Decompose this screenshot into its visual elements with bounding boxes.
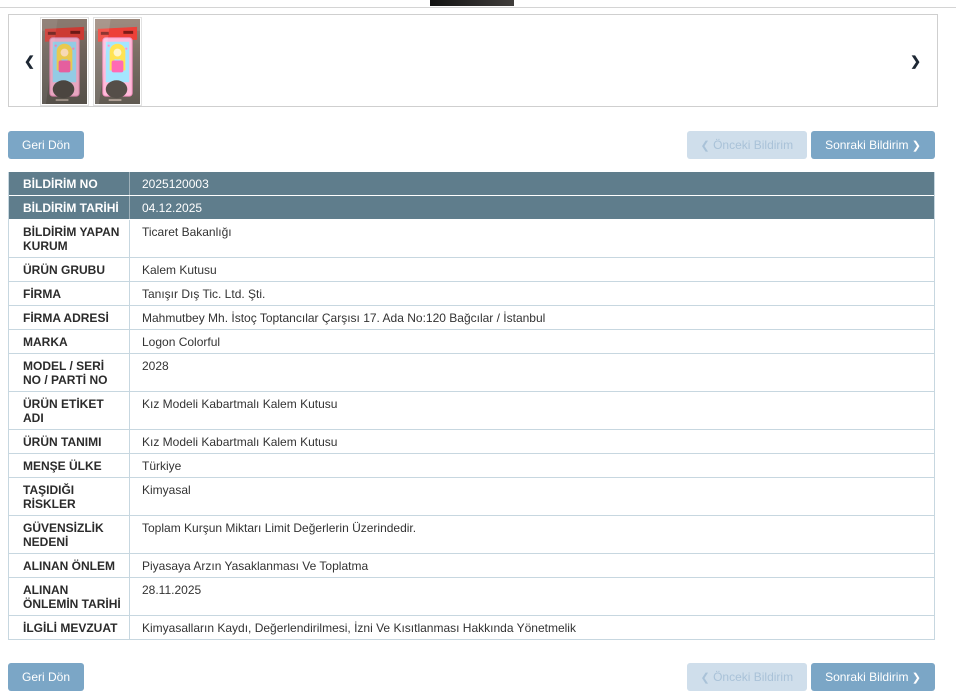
row-label: MARKA xyxy=(9,330,130,353)
row-value: Kalem Kutusu xyxy=(130,258,934,281)
previous-notification-button[interactable]: ❮ Önceki Bildirim xyxy=(687,663,808,691)
table-row: MODEL / SERİ NO / PARTİ NO2028 xyxy=(9,354,934,392)
row-value: Ticaret Bakanlığı xyxy=(130,220,934,257)
carousel-prev-icon[interactable]: ❮ xyxy=(24,54,35,67)
next-notification-label: Sonraki Bildirim xyxy=(825,138,908,152)
row-label: İLGİLİ MEVZUAT xyxy=(9,616,130,639)
row-value: Tanışır Dış Tic. Ltd. Şti. xyxy=(130,282,934,305)
thumbnail-strip xyxy=(40,17,142,104)
row-label: ALINAN ÖNLEM xyxy=(9,554,130,577)
table-row: ÜRÜN GRUBUKalem Kutusu xyxy=(9,258,934,282)
row-value: Toplam Kurşun Miktarı Limit Değerlerin Ü… xyxy=(130,516,934,553)
row-value: Mahmutbey Mh. İstoç Toptancılar Çarşısı … xyxy=(130,306,934,329)
tabbar-divider xyxy=(0,7,956,8)
toolbar-bottom: Geri Dön ❮ Önceki Bildirim Sonraki Bildi… xyxy=(8,663,935,691)
row-label: FİRMA xyxy=(9,282,130,305)
row-label: TAŞIDIĞI RİSKLER xyxy=(9,478,130,515)
image-carousel: ❮ xyxy=(8,14,938,107)
row-value: Kız Modeli Kabartmalı Kalem Kutusu xyxy=(130,430,934,453)
pager-buttons: ❮ Önceki Bildirim Sonraki Bildirim ❯ xyxy=(687,131,936,159)
row-value: 28.11.2025 xyxy=(130,578,934,615)
row-label: MENŞE ÜLKE xyxy=(9,454,130,477)
back-button[interactable]: Geri Dön xyxy=(8,131,84,159)
product-photo-icon xyxy=(42,19,87,104)
pager-buttons: ❮ Önceki Bildirim Sonraki Bildirim ❯ xyxy=(687,663,936,691)
table-row: GÜVENSİZLİK NEDENİToplam Kurşun Miktarı … xyxy=(9,516,934,554)
carousel-next-icon[interactable]: ❯ xyxy=(910,54,921,67)
table-row: ÜRÜN ETİKET ADIKız Modeli Kabartmalı Kal… xyxy=(9,392,934,430)
notification-detail-table: BİLDİRİM NO2025120003BİLDİRİM TARİHİ04.1… xyxy=(8,172,935,640)
row-label: ALINAN ÖNLEMİN TARİHİ xyxy=(9,578,130,615)
table-row: BİLDİRİM NO2025120003 xyxy=(9,172,934,196)
row-label: ÜRÜN GRUBU xyxy=(9,258,130,281)
row-label: FİRMA ADRESİ xyxy=(9,306,130,329)
table-row: FİRMATanışır Dış Tic. Ltd. Şti. xyxy=(9,282,934,306)
chevron-left-icon: ❮ xyxy=(701,672,710,684)
back-button[interactable]: Geri Dön xyxy=(8,663,84,691)
row-value: 2028 xyxy=(130,354,934,391)
product-thumbnail[interactable] xyxy=(93,17,142,106)
previous-notification-button[interactable]: ❮ Önceki Bildirim xyxy=(687,131,808,159)
table-row: ALINAN ÖNLEMPiyasaya Arzın Yasaklanması … xyxy=(9,554,934,578)
table-row: İLGİLİ MEVZUATKimyasalların Kaydı, Değer… xyxy=(9,616,934,640)
row-value: Kimyasalların Kaydı, Değerlendirilmesi, … xyxy=(130,616,934,639)
row-label: ÜRÜN ETİKET ADI xyxy=(9,392,130,429)
table-row: MARKALogon Colorful xyxy=(9,330,934,354)
chevron-right-icon: ❯ xyxy=(912,672,921,684)
row-label: BİLDİRİM NO xyxy=(9,172,130,195)
product-thumbnail[interactable] xyxy=(40,17,89,106)
toolbar-top: Geri Dön ❮ Önceki Bildirim Sonraki Bildi… xyxy=(8,131,935,159)
table-row: ALINAN ÖNLEMİN TARİHİ28.11.2025 xyxy=(9,578,934,616)
next-notification-button[interactable]: Sonraki Bildirim ❯ xyxy=(811,663,935,691)
row-label: BİLDİRİM YAPAN KURUM xyxy=(9,220,130,257)
row-value: Piyasaya Arzın Yasaklanması Ve Toplatma xyxy=(130,554,934,577)
table-row: TAŞIDIĞI RİSKLERKimyasal xyxy=(9,478,934,516)
table-row: FİRMA ADRESİMahmutbey Mh. İstoç Toptancı… xyxy=(9,306,934,330)
row-label: MODEL / SERİ NO / PARTİ NO xyxy=(9,354,130,391)
row-value: Türkiye xyxy=(130,454,934,477)
previous-notification-label: Önceki Bildirim xyxy=(713,138,793,152)
active-tab[interactable] xyxy=(430,0,514,6)
row-label: BİLDİRİM TARİHİ xyxy=(9,196,130,219)
row-value: 2025120003 xyxy=(130,172,934,195)
table-row: BİLDİRİM YAPAN KURUMTicaret Bakanlığı xyxy=(9,220,934,258)
row-value: 04.12.2025 xyxy=(130,196,934,219)
row-label: GÜVENSİZLİK NEDENİ xyxy=(9,516,130,553)
table-row: BİLDİRİM TARİHİ04.12.2025 xyxy=(9,196,934,220)
table-row: MENŞE ÜLKETürkiye xyxy=(9,454,934,478)
row-value: Logon Colorful xyxy=(130,330,934,353)
row-value: Kız Modeli Kabartmalı Kalem Kutusu xyxy=(130,392,934,429)
next-notification-button[interactable]: Sonraki Bildirim ❯ xyxy=(811,131,935,159)
product-photo-icon xyxy=(95,19,140,104)
chevron-left-icon: ❮ xyxy=(701,140,710,152)
row-value: Kimyasal xyxy=(130,478,934,515)
chevron-right-icon: ❯ xyxy=(912,140,921,152)
table-row: ÜRÜN TANIMIKız Modeli Kabartmalı Kalem K… xyxy=(9,430,934,454)
row-label: ÜRÜN TANIMI xyxy=(9,430,130,453)
